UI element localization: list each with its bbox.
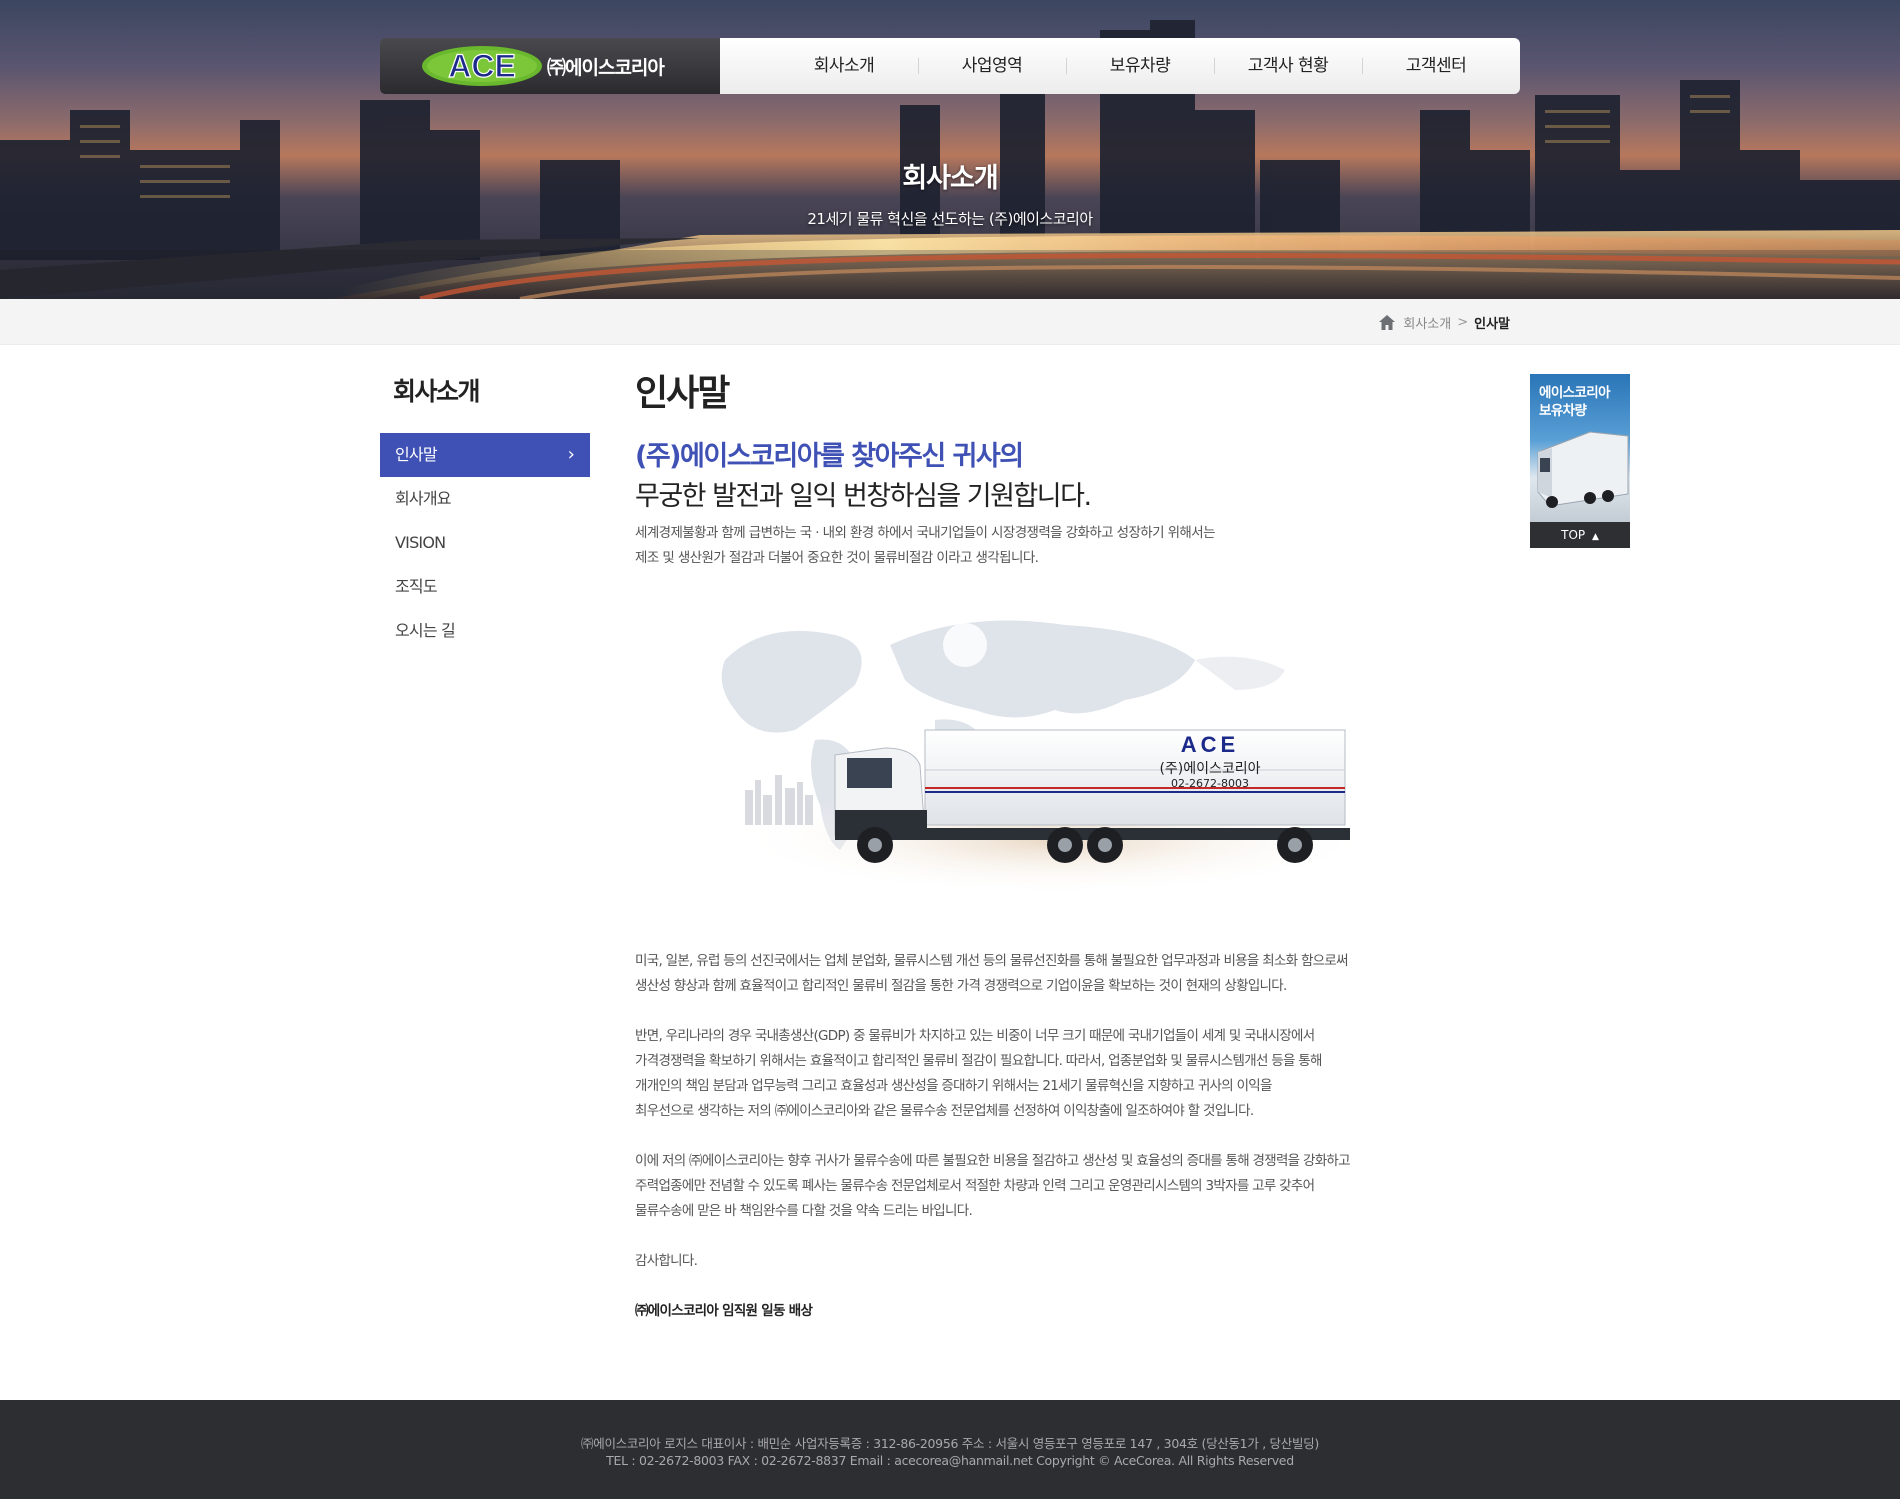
- logo-company-name: ㈜에이스코리아: [547, 57, 665, 79]
- breadcrumb-bar: 회사소개 > 인사말: [0, 299, 1900, 345]
- paragraph-line: 가격경쟁력을 확보하기 위해서는 효율적이고 합리적인 물류비 절감이 필요합니…: [635, 1053, 1322, 1069]
- intro-line: 세계경제불황과 함께 급변하는 국 · 내외 환경 하에서 국내기업들이 시장경…: [635, 525, 1215, 541]
- nav-item-clients[interactable]: 고객사 현황: [1214, 38, 1362, 94]
- nav-item-support[interactable]: 고객센터: [1362, 38, 1510, 94]
- site-footer: ㈜에이스코리아 로지스 대표이사 : 배민순 사업자등록증 : 312-86-2…: [0, 1400, 1900, 1499]
- paragraph-line: 개개인의 책임 분담과 업무능력 그리고 효율성과 생산성을 증대하기 위해서는…: [635, 1078, 1272, 1094]
- footer-contact-info: TEL : 02-2672-8003 FAX : 02-2672-8837 Em…: [606, 1453, 1294, 1468]
- paragraph: 미국, 일본, 유럽 등의 선진국에서는 업체 분업화, 물류시스템 개선 등의…: [635, 949, 1435, 999]
- vehicles-banner-link[interactable]: 에이스코리아 보유차량: [1530, 374, 1630, 522]
- lead-line-1: (주)에이스코리아를 찾아주신 귀사의: [635, 441, 1024, 472]
- nav-item-business[interactable]: 사업영역: [918, 38, 1066, 94]
- sidebar-item-overview[interactable]: 회사개요: [380, 477, 590, 521]
- nav-item-company[interactable]: 회사소개: [770, 38, 918, 94]
- scroll-top-label: TOP: [1561, 528, 1586, 542]
- page-title: 인사말: [635, 373, 730, 414]
- sidebar-item-greeting[interactable]: 인사말 ›: [380, 433, 590, 477]
- paragraph: 감사합니다.: [635, 1249, 1435, 1274]
- paragraph-line: 미국, 일본, 유럽 등의 선진국에서는 업체 분업화, 물류시스템 개선 등의…: [635, 953, 1349, 969]
- breadcrumb-current: 인사말: [1474, 317, 1510, 332]
- lead-line-2: 무궁한 발전과 일익 번창하심을 기원합니다.: [635, 481, 1092, 512]
- truck-world-map-illustration: ACE (주)에이스코리아 02-2672-8003: [721, 620, 1375, 895]
- sidebar-item-directions[interactable]: 오시는 길: [380, 609, 590, 653]
- nav-item-vehicles[interactable]: 보유차량: [1066, 38, 1214, 94]
- breadcrumb-parent[interactable]: 회사소개: [1403, 313, 1451, 332]
- home-icon[interactable]: [1379, 315, 1396, 330]
- sidebar-item-vision[interactable]: VISION: [380, 521, 590, 565]
- truck-company-text: (주)에이스코리아: [1159, 761, 1260, 777]
- quick-banner-line: 에이스코리아: [1539, 385, 1611, 401]
- chevron-right-icon: ›: [567, 444, 575, 465]
- quick-banner: 에이스코리아 보유차량 TOP ▲: [1530, 374, 1630, 548]
- quick-banner-line: 보유차량: [1539, 403, 1587, 419]
- paragraph-line: 물류수송에 맏은 바 책임완수를 다할 것을 약속 드리는 바입니다.: [635, 1203, 973, 1219]
- hero-subtitle: 21세기 물류 혁신을 선도하는 (주)에이스코리아: [807, 210, 1093, 228]
- sidebar-item-label: VISION: [395, 533, 446, 552]
- breadcrumb-separator: >: [1457, 315, 1469, 330]
- sidebar-item-label: 인사말: [395, 445, 438, 464]
- sidebar-item-organization[interactable]: 조직도: [380, 565, 590, 609]
- paragraph-line: 감사합니다.: [635, 1253, 698, 1269]
- quick-banner-text: 에이스코리아 보유차량: [1539, 384, 1611, 420]
- greeting-body: 미국, 일본, 유럽 등의 선진국에서는 업체 분업화, 물류시스템 개선 등의…: [635, 949, 1435, 1349]
- scroll-top-button[interactable]: TOP ▲: [1530, 522, 1630, 548]
- breadcrumb: 회사소개 > 인사말: [1379, 313, 1510, 332]
- sidebar-item-label: 오시는 길: [395, 621, 456, 640]
- paragraph: 반면, 우리나라의 경우 국내총생산(GDP) 중 물류비가 차지하고 있는 비…: [635, 1024, 1435, 1124]
- paragraph-line: 생산성 향상과 함께 효율적이고 합리적인 물류비 절감을 통한 가격 경쟁력으…: [635, 978, 1287, 994]
- paragraph-line: 주력업종에만 전념할 수 있도록 폐사는 물류수송 전문업체로서 적절한 차량과…: [635, 1178, 1315, 1194]
- logo-mark-text: ACE: [448, 48, 516, 84]
- ace-logo-mark: ACE: [448, 48, 517, 84]
- sidebar-item-label: 조직도: [395, 577, 438, 596]
- main-nav: 회사소개 사업영역 보유차량 고객사 현황 고객센터: [720, 38, 1520, 94]
- sidebar-menu: 인사말 › 회사개요 VISION 조직도 오시는 길: [380, 433, 590, 653]
- paragraph: 이에 저의 ㈜에이스코리아는 향후 귀사가 물류수송에 따른 불필요한 비용을 …: [635, 1149, 1435, 1224]
- paragraph-line: 최우선으로 생각하는 저의 ㈜에이스코리아와 같은 물류수송 전문업체를 선정하…: [635, 1103, 1254, 1119]
- logo[interactable]: ACE ㈜에이스코리아: [380, 38, 760, 94]
- sidebar-item-label: 회사개요: [395, 489, 451, 508]
- truck-brand-text: ACE: [1181, 732, 1239, 757]
- footer-company-info: ㈜에이스코리아 로지스 대표이사 : 배민순 사업자등록증 : 312-86-2…: [581, 1436, 1319, 1451]
- paragraph-line: 이에 저의 ㈜에이스코리아는 향후 귀사가 물류수송에 따른 불필요한 비용을 …: [635, 1153, 1351, 1169]
- site-header: ACE ㈜에이스코리아 회사소개 사업영역 보유차량 고객사 현황 고객센터: [380, 38, 1520, 94]
- hero-title: 회사소개: [902, 163, 998, 194]
- sidebar-title: 회사소개: [393, 377, 481, 406]
- intro-text: 세계경제불황과 함께 급변하는 국 · 내외 환경 하에서 국내기업들이 시장경…: [635, 521, 1435, 571]
- paragraph-line: 반면, 우리나라의 경우 국내총생산(GDP) 중 물류비가 차지하고 있는 비…: [635, 1028, 1315, 1044]
- signature: ㈜에이스코리아 임직원 일동 배상: [635, 1303, 813, 1319]
- caret-up-icon: ▲: [1591, 532, 1599, 542]
- truck-phone-text: 02-2672-8003: [1171, 777, 1249, 790]
- intro-line: 제조 및 생산원가 절감과 더불어 중요한 것이 물류비절감 이라고 생각됩니다…: [635, 550, 1039, 566]
